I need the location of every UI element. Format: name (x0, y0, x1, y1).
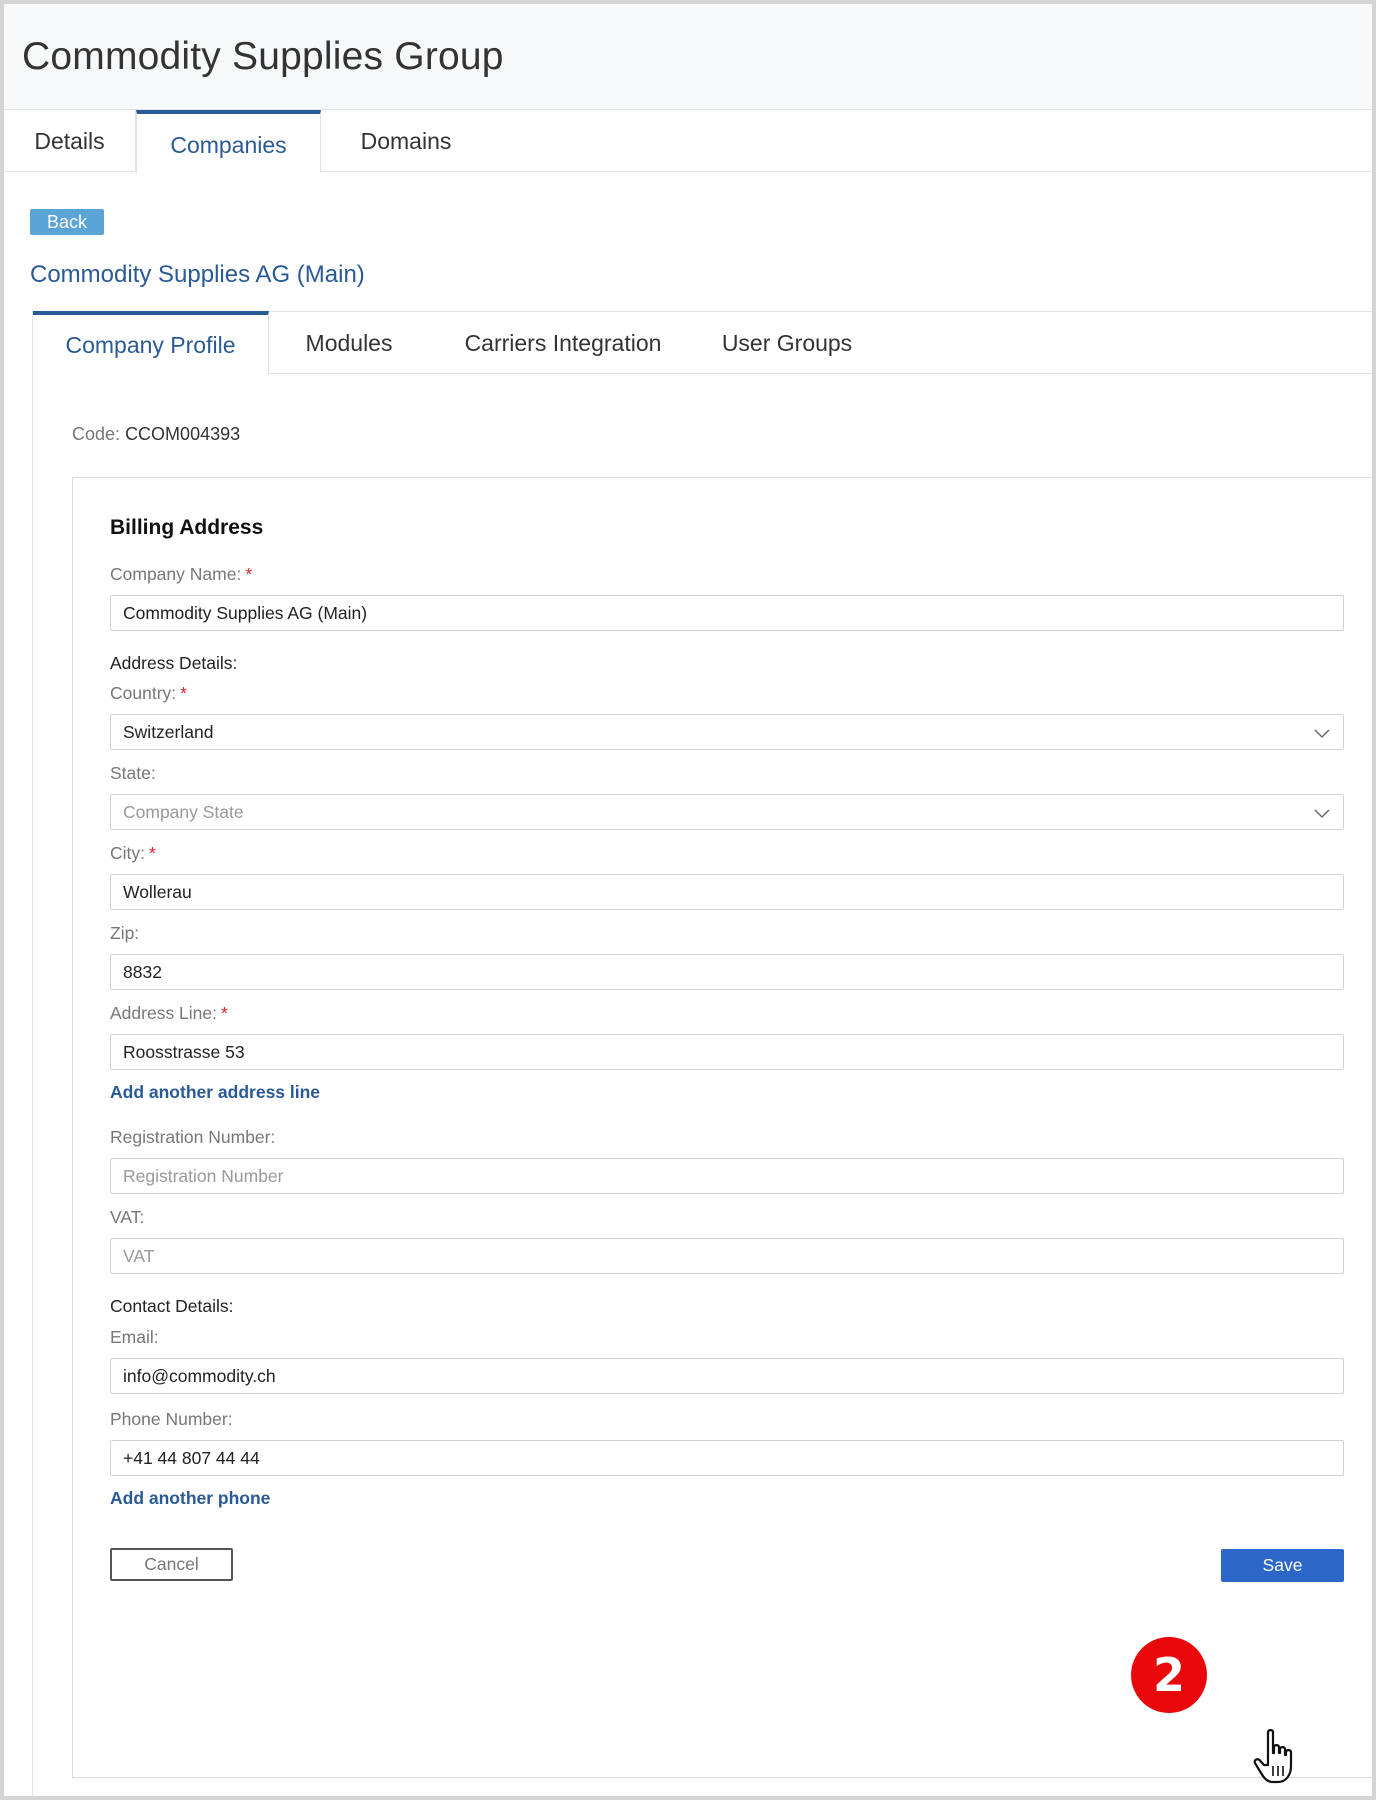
zip-input[interactable]: 8832 (110, 954, 1344, 990)
required-marker: * (245, 564, 253, 584)
tab-domains[interactable]: Domains (322, 110, 490, 172)
phone-label: Phone Number: (110, 1409, 233, 1429)
required-marker: * (180, 683, 187, 703)
tab-modules[interactable]: Modules (269, 312, 429, 374)
zip-label: Zip: (110, 923, 140, 943)
contact-details-label: Contact Details: (110, 1296, 234, 1316)
state-select[interactable]: Company State (110, 794, 1344, 830)
add-phone-link[interactable]: Add another phone (110, 1488, 270, 1509)
section-title: Billing Address (110, 516, 264, 539)
country-label: Country: * (110, 683, 187, 703)
registration-number-label: Registration Number: (110, 1127, 276, 1147)
save-button[interactable]: Save (1221, 1549, 1344, 1582)
tab-user-groups[interactable]: User Groups (697, 312, 877, 374)
company-code: Code: CCOM004393 (72, 424, 240, 445)
company-panel: Company Profile Modules Carriers Integra… (32, 311, 1372, 1796)
required-marker: * (221, 1003, 228, 1023)
city-input[interactable]: Wollerau (110, 874, 1344, 910)
registration-number-input[interactable]: Registration Number (110, 1158, 1344, 1194)
email-input[interactable]: info@commodity.ch (110, 1358, 1344, 1394)
chevron-down-icon (1314, 809, 1330, 819)
page-title: Commodity Supplies Group (22, 34, 504, 78)
chevron-down-icon (1314, 729, 1330, 739)
tab-carriers-integration[interactable]: Carriers Integration (429, 312, 697, 374)
add-address-line-link[interactable]: Add another address line (110, 1082, 320, 1103)
billing-address-card: Billing Address Company Name: * Commodity… (72, 477, 1372, 1778)
step-badge: 2 (1131, 1637, 1207, 1713)
phone-input[interactable]: +41 44 807 44 44 (110, 1440, 1344, 1476)
required-marker: * (149, 843, 156, 863)
app-frame: Commodity Supplies Group Details Compani… (4, 4, 1372, 1796)
code-label: Code: (72, 424, 121, 444)
country-select[interactable]: Switzerland (110, 714, 1344, 750)
tab-details[interactable]: Details (4, 110, 136, 172)
hand-pointer-icon (1253, 1729, 1293, 1784)
country-value: Switzerland (123, 721, 214, 742)
state-label: State: (110, 763, 156, 783)
company-name-input[interactable]: Commodity Supplies AG (Main) (110, 595, 1344, 631)
tab-company-profile[interactable]: Company Profile (33, 311, 269, 374)
city-label: City: * (110, 843, 156, 863)
address-details-label: Address Details: (110, 653, 238, 673)
sub-tab-bar: Company Profile Modules Carriers Integra… (33, 311, 1372, 374)
address-line-input[interactable]: Roosstrasse 53 (110, 1034, 1344, 1070)
vat-label: VAT: (110, 1207, 145, 1227)
back-button[interactable]: Back (30, 209, 104, 235)
company-title: Commodity Supplies AG (Main) (30, 261, 365, 288)
top-tab-bar: Details Companies Domains (4, 110, 1372, 173)
code-value: CCOM004393 (125, 424, 241, 444)
company-name-label: Company Name: * (110, 564, 253, 584)
page-header: Commodity Supplies Group (4, 4, 1372, 110)
cancel-button[interactable]: Cancel (110, 1548, 233, 1581)
vat-input[interactable]: VAT (110, 1238, 1344, 1274)
tab-companies[interactable]: Companies (136, 110, 321, 173)
address-line-label: Address Line: * (110, 1003, 228, 1023)
state-placeholder: Company State (123, 801, 244, 822)
email-label: Email: (110, 1327, 159, 1347)
